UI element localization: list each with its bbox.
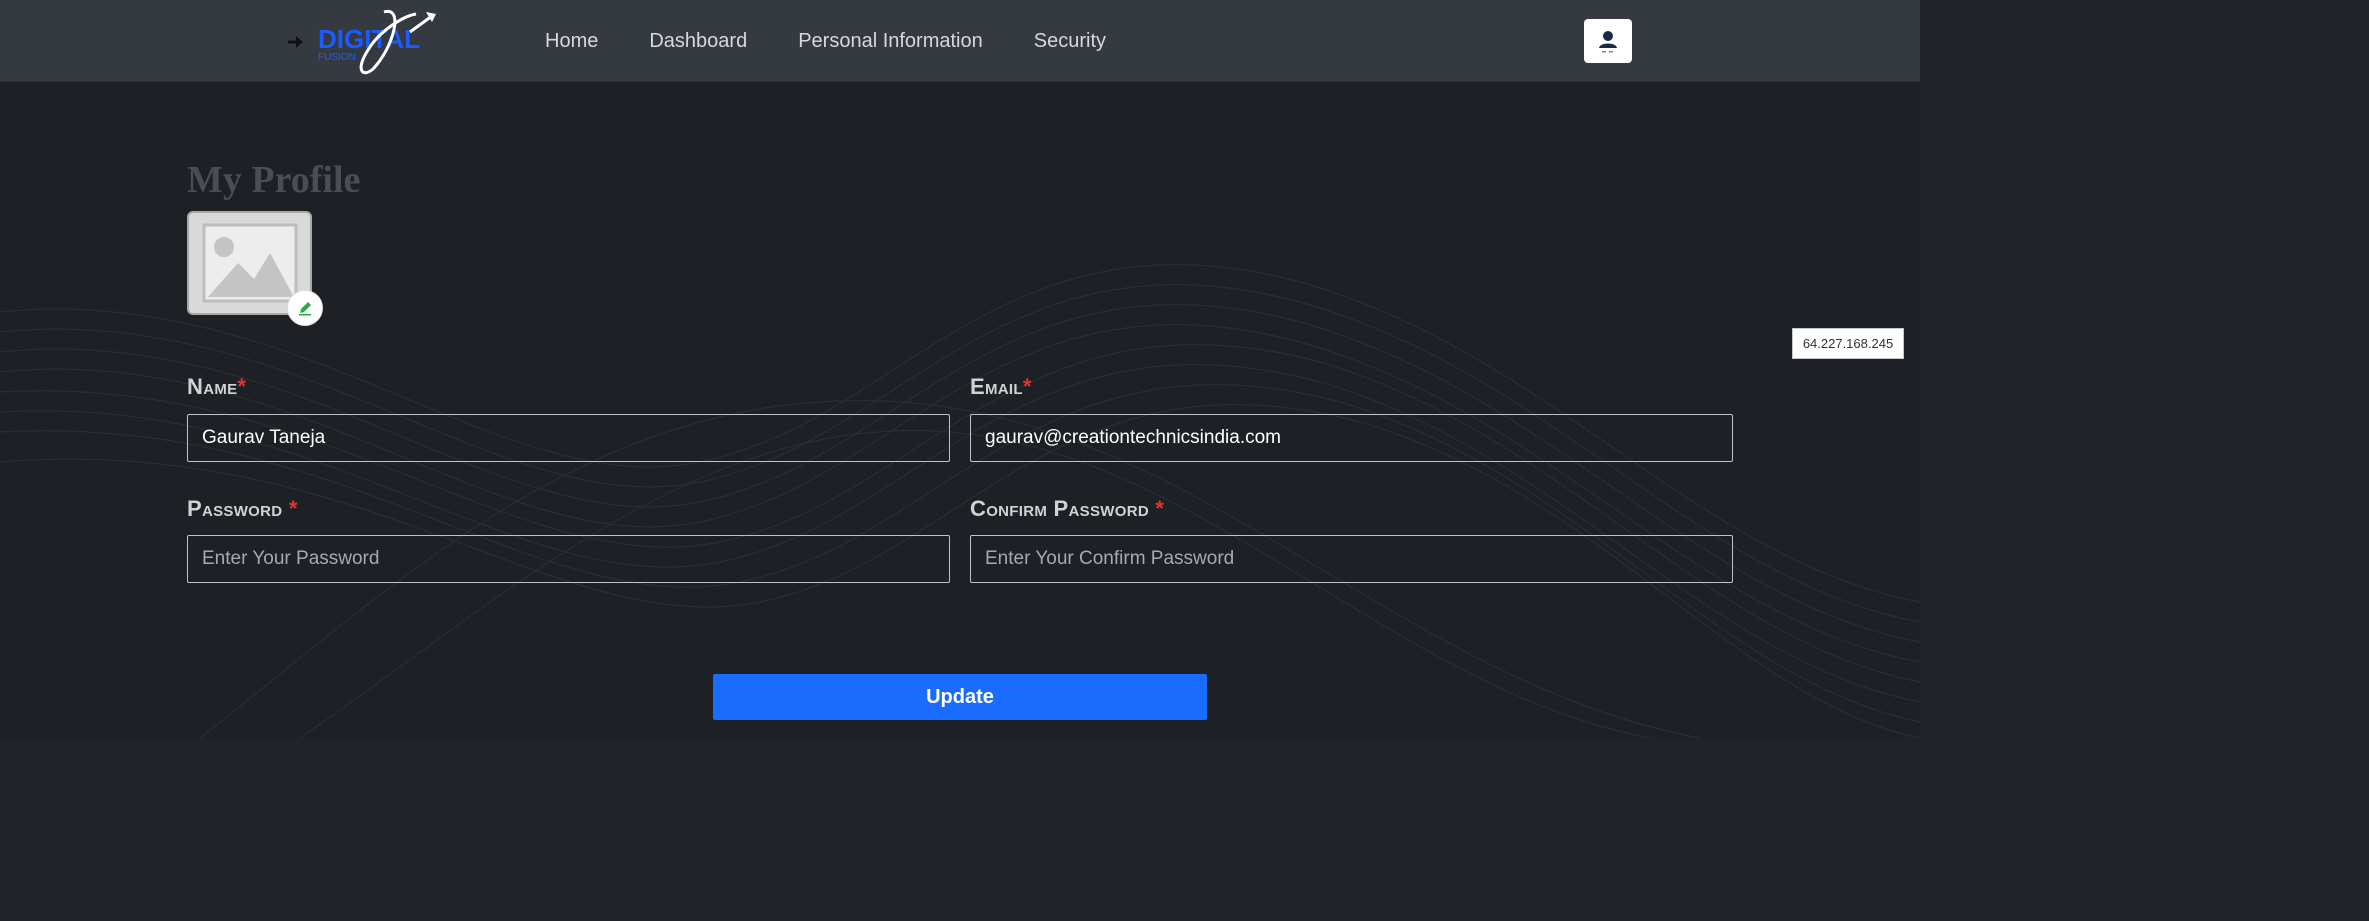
required-mark: *	[1155, 496, 1165, 521]
image-placeholder-icon	[202, 223, 297, 303]
update-button[interactable]: Update	[713, 674, 1207, 720]
required-mark: *	[237, 374, 247, 399]
name-label-text: Name	[187, 374, 238, 399]
confirm-password-input[interactable]: Enter Your Confirm Password	[970, 535, 1733, 583]
nav-home[interactable]: Home	[545, 30, 598, 53]
name-input[interactable]: Gaurav Taneja	[187, 414, 950, 462]
ip-address-badge: 64.227.168.245	[1792, 328, 1904, 359]
digital-fusion-logo-icon[interactable]: DIGITAL FUSION	[284, 6, 466, 78]
nav-personal-information[interactable]: Personal Information	[798, 30, 983, 53]
user-menu-button[interactable]	[1584, 19, 1632, 63]
edit-avatar-button[interactable]	[287, 290, 323, 326]
required-mark: *	[288, 496, 298, 521]
page-title: My Profile	[187, 159, 361, 201]
required-mark: *	[1022, 374, 1032, 399]
email-label: Email*	[970, 374, 1032, 400]
profile-page: DIGITAL FUSION Home Dashboard Personal I…	[0, 0, 2369, 921]
main-nav: Home Dashboard Personal Information Secu…	[545, 0, 1157, 82]
user-icon	[1599, 31, 1617, 53]
confirm-password-label: Confirm Password *	[970, 496, 1164, 522]
email-input[interactable]: gaurav@creationtechnicsindia.com	[970, 414, 1733, 462]
password-label-text: Password	[187, 496, 283, 521]
email-label-text: Email	[970, 374, 1023, 399]
nav-security[interactable]: Security	[1034, 30, 1106, 53]
confirm-password-label-text: Confirm Password	[970, 496, 1149, 521]
nav-dashboard[interactable]: Dashboard	[649, 30, 747, 53]
name-label: Name*	[187, 374, 246, 400]
pencil-icon	[299, 302, 311, 316]
logo-subtext: FUSION	[318, 52, 356, 63]
password-label: Password *	[187, 496, 298, 522]
password-input[interactable]: Enter Your Password	[187, 535, 950, 583]
top-navbar: DIGITAL FUSION Home Dashboard Personal I…	[0, 0, 1920, 82]
